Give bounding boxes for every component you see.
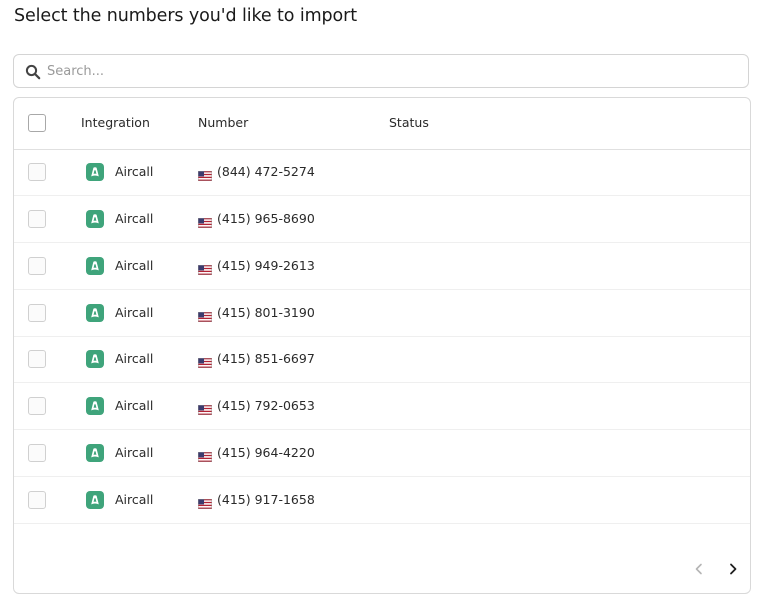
chevron-left-icon[interactable] [691, 561, 707, 577]
integration-name: Aircall [115, 211, 154, 226]
table-row[interactable]: Aircall (415) 965-8690 [14, 196, 750, 243]
table-row[interactable]: Aircall (844) 472-5274 [14, 149, 750, 196]
integration-name: Aircall [115, 351, 154, 366]
aircall-logo-icon [86, 397, 104, 415]
column-header-number[interactable]: Number [198, 115, 248, 130]
aircall-logo-icon [86, 444, 104, 462]
phone-number: (415) 917-1658 [217, 492, 315, 507]
table-row[interactable]: Aircall (415) 792-0653 [14, 383, 750, 430]
column-header-status[interactable]: Status [389, 115, 429, 130]
us-flag-icon [198, 307, 213, 323]
aircall-logo-icon [86, 163, 104, 181]
us-flag-icon [198, 353, 213, 369]
us-flag-icon [198, 166, 213, 182]
aircall-logo-icon [86, 491, 104, 509]
integration-name: Aircall [115, 258, 154, 273]
aircall-logo-icon [86, 210, 104, 228]
phone-number: (415) 965-8690 [217, 211, 315, 226]
us-flag-icon [198, 447, 213, 463]
us-flag-icon [198, 260, 213, 276]
row-checkbox[interactable] [28, 444, 46, 462]
phone-number: (415) 964-4220 [217, 445, 315, 460]
row-checkbox[interactable] [28, 210, 46, 228]
aircall-logo-icon [86, 304, 104, 322]
table-row[interactable]: Aircall (415) 949-2613 [14, 243, 750, 290]
row-checkbox[interactable] [28, 304, 46, 322]
chevron-right-icon[interactable] [725, 561, 741, 577]
page-title: Select the numbers you'd like to import [14, 6, 358, 26]
search-box[interactable] [13, 54, 749, 88]
aircall-logo-icon [86, 350, 104, 368]
us-flag-icon [198, 400, 213, 416]
phone-number: (415) 801-3190 [217, 305, 315, 320]
table-row[interactable]: Aircall (415) 917-1658 [14, 477, 750, 524]
integration-name: Aircall [115, 398, 154, 413]
search-input[interactable] [47, 55, 737, 87]
us-flag-icon [198, 494, 213, 510]
integration-name: Aircall [115, 305, 154, 320]
table-row[interactable]: Aircall (415) 851-6697 [14, 336, 750, 383]
us-flag-icon [198, 213, 213, 229]
row-checkbox[interactable] [28, 163, 46, 181]
table-row[interactable]: Aircall (415) 964-4220 [14, 430, 750, 477]
select-all-checkbox[interactable] [28, 114, 46, 132]
search-icon [25, 64, 41, 80]
integration-name: Aircall [115, 492, 154, 507]
row-checkbox[interactable] [28, 257, 46, 275]
integration-name: Aircall [115, 164, 154, 179]
aircall-logo-icon [86, 257, 104, 275]
numbers-table: Integration Number Status Aircall (844) 4… [13, 97, 751, 594]
phone-number: (415) 851-6697 [217, 351, 315, 366]
row-checkbox[interactable] [28, 350, 46, 368]
table-row[interactable]: Aircall (415) 801-3190 [14, 290, 750, 337]
phone-number: (415) 949-2613 [217, 258, 315, 273]
column-header-integration[interactable]: Integration [81, 115, 150, 130]
integration-name: Aircall [115, 445, 154, 460]
row-checkbox[interactable] [28, 397, 46, 415]
phone-number: (844) 472-5274 [217, 164, 315, 179]
phone-number: (415) 792-0653 [217, 398, 315, 413]
table-header: Integration Number Status [14, 98, 750, 150]
row-checkbox[interactable] [28, 491, 46, 509]
